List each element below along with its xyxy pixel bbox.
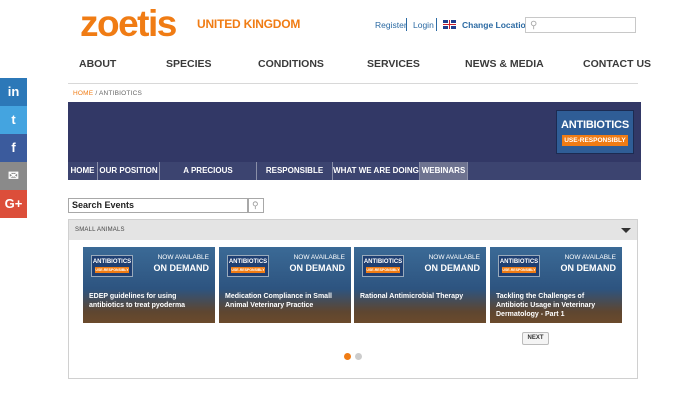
card-title: EDEP guidelines for using antibiotics to… [89, 293, 186, 309]
link-divider [436, 18, 437, 31]
card-badge: ANTIBIOTICS USE-RESPONSIBLY [498, 255, 540, 277]
subnav-webinars[interactable]: WEBINARS [420, 162, 468, 180]
webinar-card[interactable]: ANTIBIOTICS USE-RESPONSIBLY NOW AVAILABLE… [354, 247, 486, 323]
subnav-home[interactable]: HOME [68, 162, 98, 180]
nav-contact-us[interactable]: CONTACT US [583, 58, 651, 70]
card-badge: ANTIBIOTICS USE-RESPONSIBLY [362, 255, 404, 277]
nav-about[interactable]: ABOUT [79, 58, 116, 70]
card-status: ON DEMAND [289, 263, 346, 273]
subnav-responsible-use[interactable]: RESPONSIBLE USE [257, 162, 333, 193]
pager-dot[interactable] [355, 353, 362, 360]
subnav-our-position[interactable]: OUR POSITION [98, 162, 160, 180]
breadcrumb-home-link[interactable]: HOME [73, 90, 93, 97]
badge-subtitle: USE-RESPONSIBLY [562, 135, 628, 146]
webinar-card[interactable]: ANTIBIOTICS USE-RESPONSIBLY NOW AVAILABLE… [219, 247, 351, 323]
section-title: SMALL ANIMALS [75, 227, 125, 233]
email-icon[interactable]: ✉ [0, 162, 27, 190]
search-events-button[interactable]: ⚲ [248, 198, 264, 213]
card-status: ON DEMAND [560, 263, 617, 273]
search-icon: ⚲ [252, 200, 259, 210]
card-title: Medication Compliance in Small Animal Ve… [225, 293, 332, 309]
nav-conditions[interactable]: CONDITIONS [258, 58, 324, 70]
search-events-input[interactable]: Search Events [68, 198, 248, 213]
card-title: Tackling the Challenges of Antibiotic Us… [496, 293, 596, 318]
webinar-card[interactable]: ANTIBIOTICS USE-RESPONSIBLY NOW AVAILABLE… [83, 247, 215, 323]
webinar-card[interactable]: ANTIBIOTICS USE-RESPONSIBLY NOW AVAILABLE… [490, 247, 622, 323]
section-header[interactable] [69, 220, 637, 240]
card-availability: NOW AVAILABLE [293, 254, 345, 261]
nav-services[interactable]: SERVICES [367, 58, 420, 70]
subnav-what-we-are-doing[interactable]: WHAT WE ARE DOING [333, 162, 420, 180]
next-button[interactable]: NEXT [522, 332, 549, 345]
card-badge: ANTIBIOTICS USE-RESPONSIBLY [91, 255, 133, 277]
linkedin-icon[interactable]: in [0, 78, 27, 106]
nav-species[interactable]: SPECIES [166, 58, 212, 70]
breadcrumb-current: ANTIBIOTICS [98, 90, 142, 97]
zoetis-logo[interactable]: zoetis [80, 4, 177, 44]
change-location-link[interactable]: Change Location [462, 20, 531, 30]
card-availability: NOW AVAILABLE [428, 254, 480, 261]
badge-title: ANTIBIOTICS [560, 119, 630, 131]
breadcrumb: HOME / ANTIBIOTICS [73, 90, 142, 97]
search-icon[interactable]: ⚲ [530, 20, 537, 31]
link-divider [406, 18, 407, 31]
chevron-down-icon[interactable] [621, 228, 631, 233]
pager-dot-active[interactable] [344, 353, 351, 360]
antibiotics-badge: ANTIBIOTICS USE-RESPONSIBLY [556, 110, 634, 154]
uk-flag-icon[interactable] [443, 20, 456, 29]
card-availability: NOW AVAILABLE [157, 254, 209, 261]
subnav-precious-resource[interactable]: A PRECIOUS RESOURCE [160, 162, 257, 193]
nav-news-media[interactable]: NEWS & MEDIA [465, 58, 544, 70]
card-availability: NOW AVAILABLE [564, 254, 616, 261]
register-link[interactable]: Register [375, 20, 407, 30]
twitter-icon[interactable]: t [0, 106, 27, 134]
facebook-icon[interactable]: f [0, 134, 27, 162]
card-badge: ANTIBIOTICS USE-RESPONSIBLY [227, 255, 269, 277]
site-search-input[interactable]: ⚲ [525, 17, 636, 33]
search-events-label: Search Events [72, 200, 135, 210]
card-status: ON DEMAND [153, 263, 210, 273]
nav-divider [68, 83, 638, 84]
card-status: ON DEMAND [424, 263, 481, 273]
login-link[interactable]: Login [413, 20, 434, 30]
google-plus-icon[interactable]: G+ [0, 190, 27, 218]
region-label: UNITED KINGDOM [197, 17, 301, 31]
card-title: Rational Antimicrobial Therapy [360, 293, 464, 300]
